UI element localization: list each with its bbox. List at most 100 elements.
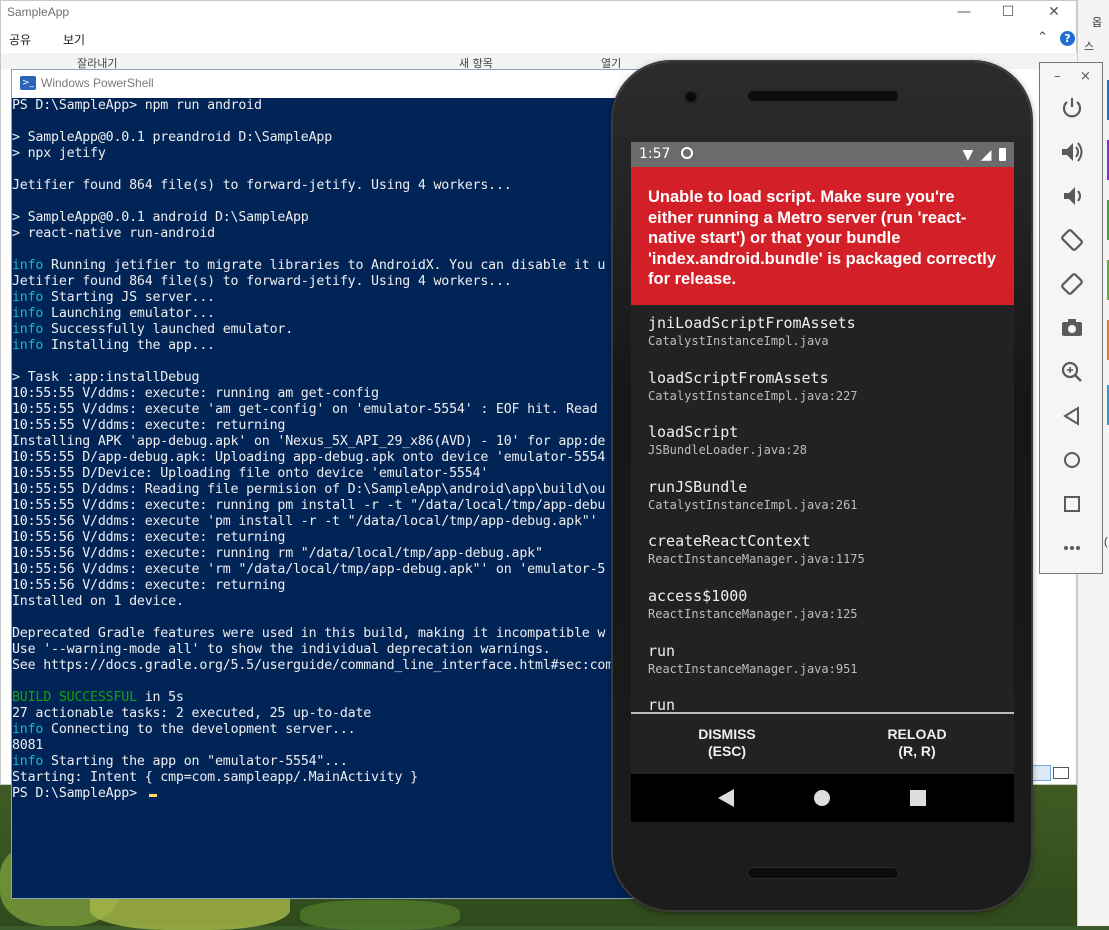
stack-frame[interactable]: runJSBundle CatalystInstanceImpl.java:261 <box>648 477 858 513</box>
volume-up-icon[interactable] <box>1058 138 1086 166</box>
reload-label: RELOAD <box>887 726 947 742</box>
chevron-up-icon[interactable]: ⌃ <box>1037 30 1048 45</box>
stack-frame-location: CatalystInstanceImpl.java:261 <box>648 497 858 512</box>
phone-screen[interactable]: 1:57 ▼ ◢ Unable to load script. Make sur… <box>631 142 1014 822</box>
front-camera <box>686 92 696 102</box>
toolbar-minimize-button[interactable]: – <box>1054 69 1061 84</box>
terminal-line: > Task :app:installDebug <box>12 370 200 385</box>
explorer-title: SampleApp <box>7 5 70 19</box>
zoom-icon[interactable] <box>1058 358 1086 386</box>
powershell-icon: >_ <box>20 76 36 90</box>
terminal-line: info Starting JS server... <box>12 290 215 305</box>
battery-icon <box>999 148 1006 161</box>
sync-icon <box>681 147 693 159</box>
terminal-line: > npx jetify <box>12 146 106 161</box>
powershell-window[interactable]: >_ Windows PowerShell PS D:\SampleApp> n… <box>12 70 652 898</box>
terminal-line: BUILD SUCCESSFUL in 5s <box>12 690 184 705</box>
rotate-left-icon[interactable] <box>1058 226 1086 254</box>
terminal-line: Installed on 1 device. <box>12 594 184 609</box>
stack-frame-location: CatalystInstanceImpl.java <box>648 334 829 348</box>
stack-frame[interactable]: loadScriptFromAssets CatalystInstanceImpl… <box>648 368 858 404</box>
error-actions: DISMISS (ESC) RELOAD (R, R) <box>631 714 1014 774</box>
powershell-titlebar[interactable]: >_ Windows PowerShell <box>12 70 652 98</box>
stack-frame[interactable]: run ReactInstanceManager.java:951 <box>648 641 858 677</box>
volume-down-icon[interactable] <box>1058 182 1086 210</box>
terminal-line: PS D:\SampleApp> npm run android <box>12 98 262 113</box>
terminal-line: 10:55:56 V/ddms: execute: returning <box>12 578 286 593</box>
terminal-line: Starting: Intent { cmp=com.sampleapp/.Ma… <box>12 770 418 785</box>
terminal-line: Jetifier found 864 file(s) to forward-je… <box>12 178 512 193</box>
overview-icon[interactable] <box>909 788 927 808</box>
terminal-line: See https://docs.gradle.org/5.5/userguid… <box>12 658 614 673</box>
emulator-toolbar: – × <box>1039 62 1103 574</box>
android-emulator-device: 1:57 ▼ ◢ Unable to load script. Make sur… <box>613 62 1031 910</box>
terminal-line: info Running jetifier to migrate librari… <box>12 258 606 273</box>
terminal-line: 10:55:55 D/ddms: Reading file permision … <box>12 482 606 497</box>
terminal-line: 10:55:56 V/ddms: execute 'rm "/data/loca… <box>12 562 606 577</box>
ribbon-cut[interactable]: 잘라내기 <box>77 55 117 69</box>
wifi-icon: ▼ <box>962 147 974 163</box>
explorer-maximize-button[interactable]: ☐ <box>985 1 1031 23</box>
menu-view[interactable]: 보기 <box>63 31 85 48</box>
power-icon[interactable] <box>1058 94 1086 122</box>
android-nav-bar <box>631 774 1014 822</box>
terminal-line: 10:55:55 V/ddms: execute 'am get-config'… <box>12 402 598 417</box>
terminal-line: Jetifier found 864 file(s) to forward-je… <box>12 274 512 289</box>
error-banner: Unable to load script. Make sure you're … <box>631 167 1014 305</box>
terminal-line: Use '--warning-mode all' to show the ind… <box>12 642 551 657</box>
menu-share[interactable]: 공유 <box>9 31 31 48</box>
terminal-line: PS D:\SampleApp> <box>12 786 618 802</box>
terminal-line: 10:55:55 D/app-debug.apk: Uploading app-… <box>12 450 606 465</box>
ribbon-new-item[interactable]: 새 항목 <box>459 55 493 69</box>
stack-frame-method: loadScriptFromAssets <box>648 368 829 387</box>
camera-icon[interactable] <box>1058 314 1086 342</box>
stack-frame[interactable]: loadScript JSBundleLoader.java:28 <box>648 422 807 458</box>
terminal-line: Installing APK 'app-debug.apk' on 'Nexus… <box>12 434 606 449</box>
back-icon[interactable] <box>1058 402 1086 430</box>
stack-frame[interactable]: jniLoadScriptFromAssets CatalystInstanceI… <box>648 313 856 349</box>
ribbon-open[interactable]: 열기 <box>601 55 621 69</box>
stack-frame-method: access$1000 <box>648 587 748 605</box>
back-icon[interactable] <box>717 788 735 808</box>
terminal-line: 27 actionable tasks: 2 executed, 25 up-t… <box>12 706 372 721</box>
top-speaker <box>747 90 899 102</box>
terminal-line: info Launching emulator... <box>12 306 215 321</box>
rotate-right-icon[interactable] <box>1058 270 1086 298</box>
explorer-close-button[interactable]: ✕ <box>1031 1 1077 23</box>
stack-trace-list[interactable]: jniLoadScriptFromAssets CatalystInstanceI… <box>631 305 1014 712</box>
reload-button[interactable]: RELOAD (R, R) <box>857 726 977 760</box>
dismiss-button[interactable]: DISMISS (ESC) <box>667 726 787 760</box>
explorer-minimize-button[interactable]: — <box>941 1 987 23</box>
overview-icon[interactable] <box>1058 490 1086 518</box>
dismiss-shortcut: (ESC) <box>707 743 747 759</box>
stack-frame-method: createReactContext <box>648 532 811 551</box>
stack-frame-method: jniLoadScriptFromAssets <box>648 314 856 332</box>
help-icon[interactable]: ? <box>1060 31 1075 46</box>
terminal-line: 10:55:56 V/ddms: execute 'pm install -r … <box>12 514 598 529</box>
terminal-line: info Successfully launched emulator. <box>12 322 294 337</box>
stack-frame[interactable]: access$1000 ReactInstanceManager.java:125 <box>648 586 858 622</box>
terminal-line: > SampleApp@0.0.1 android D:\SampleApp <box>12 210 309 225</box>
stack-frame-location: ReactInstanceManager.java:1175 <box>648 552 865 567</box>
home-icon[interactable] <box>813 788 831 808</box>
terminal-output[interactable]: PS D:\SampleApp> npm run android > Sample… <box>12 98 618 898</box>
stack-frame[interactable]: run <box>648 695 675 712</box>
home-icon[interactable] <box>1058 446 1086 474</box>
toolbar-close-button[interactable]: × <box>1080 69 1091 84</box>
stack-frame-location: ReactInstanceManager.java:951 <box>648 661 858 676</box>
signal-icon: ◢ <box>980 147 992 163</box>
stack-frame[interactable]: createReactContext ReactInstanceManager.j… <box>648 531 865 567</box>
terminal-line: 10:55:55 D/Device: Uploading file onto d… <box>12 466 489 481</box>
stack-frame-method: run <box>648 641 676 660</box>
status-time: 1:57 <box>639 146 671 162</box>
view-mode-icons[interactable] <box>1031 765 1071 781</box>
terminal-line: 10:55:55 V/ddms: execute: running pm ins… <box>12 498 606 513</box>
terminal-line: > react-native run-android <box>12 226 215 241</box>
more-icon[interactable] <box>1058 534 1086 562</box>
